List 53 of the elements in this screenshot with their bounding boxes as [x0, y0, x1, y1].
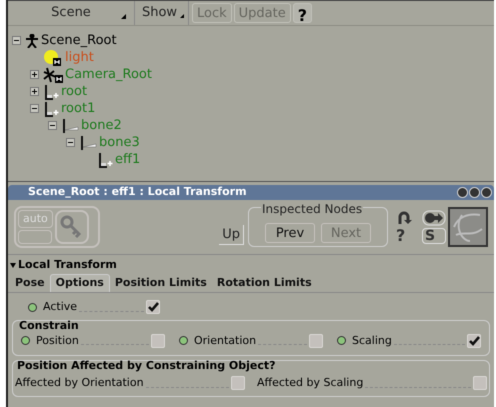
panel-title: Scene_Root : eff1 : Local Transform	[28, 184, 247, 200]
option-label: Active	[43, 299, 78, 315]
group-title: Constrain	[19, 318, 79, 334]
undo-icon[interactable]	[396, 210, 412, 226]
circle-button-icon[interactable]	[457, 187, 468, 198]
scene-menu[interactable]: Scene	[8, 1, 135, 25]
animation-indicator-icon[interactable]	[179, 336, 188, 346]
checkbox[interactable]	[309, 334, 323, 348]
circle-button-icon[interactable]	[469, 187, 480, 198]
collapse-arrow-icon[interactable]	[10, 262, 16, 268]
bone-icon	[61, 118, 79, 134]
option-label: Affected by Orientation	[15, 375, 144, 391]
tab[interactable]: Rotation Limits	[212, 274, 317, 292]
up-button[interactable]: Up	[219, 224, 244, 246]
toolbar-button[interactable]: ?	[292, 3, 312, 23]
tab[interactable]: Position Limits	[110, 274, 212, 292]
bone-icon	[79, 134, 97, 150]
option-label: Orientation	[194, 332, 256, 348]
checkbox[interactable]	[231, 376, 245, 390]
tree-node-label[interactable]: Scene_Root	[41, 34, 117, 47]
logo-icon[interactable]	[448, 207, 488, 247]
tab[interactable]: Options	[50, 274, 110, 292]
bone-chain-icon	[97, 152, 113, 168]
animation-indicator-icon[interactable]	[337, 336, 346, 346]
expand-toggle[interactable]	[30, 87, 39, 96]
group-title: Position Affected by Constraining Object?	[17, 358, 276, 374]
checkbox[interactable]	[151, 334, 165, 348]
collapse-toggle[interactable]	[66, 138, 75, 147]
tab[interactable]: Pose	[10, 274, 50, 292]
figure-icon	[25, 34, 39, 48]
camera-icon	[43, 66, 63, 82]
animation-indicator-icon[interactable]	[21, 336, 30, 346]
prev-button[interactable]: Prev	[265, 223, 315, 243]
bone-chain-icon	[43, 100, 59, 116]
checkbox[interactable]	[467, 334, 481, 348]
option-label: Affected by Scaling	[257, 375, 364, 391]
collapse-toggle[interactable]	[12, 36, 21, 45]
show-menu[interactable]: Show	[135, 1, 189, 25]
bone-chain-icon	[43, 84, 59, 100]
help-button[interactable]: ?	[396, 228, 420, 244]
checkbox[interactable]	[473, 376, 487, 390]
collapse-toggle[interactable]	[30, 104, 39, 113]
option-label: Position	[36, 332, 79, 348]
circle-button-icon[interactable]	[481, 187, 492, 198]
expand-toggle[interactable]	[30, 70, 39, 79]
option-label: Scaling	[352, 332, 392, 348]
animation-indicator-icon[interactable]	[28, 302, 37, 312]
collapse-toggle[interactable]	[48, 121, 57, 130]
checkbox[interactable]	[146, 300, 160, 314]
arrow-button-icon[interactable]	[422, 210, 446, 226]
section-title[interactable]: Local Transform	[18, 256, 117, 274]
light-bulb-icon	[43, 50, 63, 66]
constraint-button[interactable]: S	[422, 228, 446, 244]
